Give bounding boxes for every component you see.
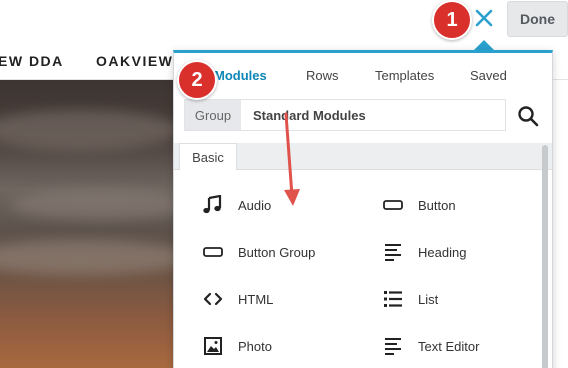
section-bar: Basic bbox=[174, 143, 552, 170]
module-heading[interactable]: Heading bbox=[382, 241, 466, 263]
tab-saved[interactable]: Saved bbox=[470, 68, 507, 83]
content-panel: Modules Rows Templates Saved Group Stand… bbox=[173, 50, 553, 368]
module-label: Text Editor bbox=[418, 338, 480, 354]
module-label: Heading bbox=[418, 244, 467, 260]
music-note-icon bbox=[203, 195, 222, 214]
module-label: Button bbox=[418, 197, 456, 213]
close-icon[interactable] bbox=[472, 6, 496, 30]
panel-tabs: Modules Rows Templates Saved bbox=[174, 53, 552, 98]
module-label: List bbox=[418, 291, 439, 307]
nav-item[interactable]: OAKVIEW bbox=[96, 53, 173, 69]
group-label: Group bbox=[185, 100, 241, 130]
module-label: HTML bbox=[238, 291, 274, 307]
button-icon bbox=[383, 200, 403, 210]
tab-rows[interactable]: Rows bbox=[306, 68, 339, 83]
panel-caret bbox=[474, 40, 494, 50]
nav-item[interactable]: EW DDA bbox=[0, 53, 64, 69]
builder-topbar: Done bbox=[0, 0, 568, 40]
tab-templates[interactable]: Templates bbox=[375, 68, 434, 83]
module-button[interactable]: Button bbox=[382, 194, 456, 216]
group-select[interactable]: Group Standard Modules bbox=[184, 99, 506, 131]
module-label: Button Group bbox=[238, 244, 316, 260]
heading-icon bbox=[385, 244, 401, 261]
list-icon bbox=[384, 291, 402, 307]
code-icon bbox=[203, 292, 223, 306]
module-html[interactable]: HTML bbox=[202, 288, 273, 310]
text-editor-icon bbox=[385, 338, 401, 355]
section-tab-basic[interactable]: Basic bbox=[179, 143, 237, 170]
module-list[interactable]: List bbox=[382, 288, 438, 310]
button-group-icon bbox=[203, 247, 223, 257]
module-label: Audio bbox=[238, 197, 272, 213]
module-audio[interactable]: Audio bbox=[202, 194, 271, 216]
module-text-editor[interactable]: Text Editor bbox=[382, 335, 479, 357]
annotation-arrow bbox=[284, 112, 300, 206]
module-photo[interactable]: Photo bbox=[202, 335, 272, 357]
search-icon[interactable] bbox=[517, 105, 539, 127]
scrollbar[interactable] bbox=[542, 145, 548, 368]
module-label: Photo bbox=[238, 338, 272, 354]
annotation-badge-2: 2 bbox=[177, 60, 217, 100]
tab-modules[interactable]: Modules bbox=[214, 68, 267, 83]
photo-icon bbox=[204, 337, 222, 355]
module-button-group[interactable]: Button Group bbox=[202, 241, 315, 263]
annotation-badge-1: 1 bbox=[432, 0, 472, 40]
done-button[interactable]: Done bbox=[507, 1, 568, 37]
hero-image bbox=[0, 80, 175, 368]
